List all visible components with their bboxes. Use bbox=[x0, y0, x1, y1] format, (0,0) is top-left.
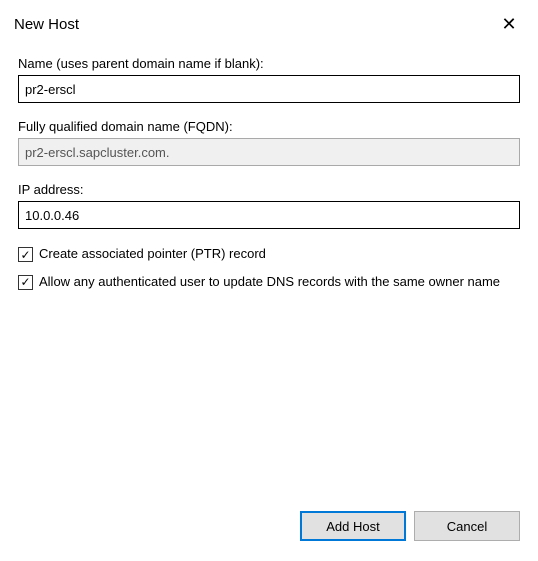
cancel-button[interactable]: Cancel bbox=[414, 511, 520, 541]
allow-checkbox[interactable]: ✓ bbox=[18, 275, 33, 290]
ip-label: IP address: bbox=[18, 182, 520, 197]
fqdn-input bbox=[18, 138, 520, 166]
ip-input[interactable] bbox=[18, 201, 520, 229]
ptr-checkbox-row[interactable]: ✓ Create associated pointer (PTR) record bbox=[18, 245, 520, 263]
ip-field-group: IP address: bbox=[18, 182, 520, 229]
allow-checkbox-row[interactable]: ✓ Allow any authenticated user to update… bbox=[18, 273, 520, 291]
allow-checkbox-label: Allow any authenticated user to update D… bbox=[39, 273, 500, 291]
name-field-group: Name (uses parent domain name if blank): bbox=[18, 56, 520, 103]
fqdn-label: Fully qualified domain name (FQDN): bbox=[18, 119, 520, 134]
close-icon[interactable]: ✕ bbox=[492, 10, 526, 38]
dialog-title: New Host bbox=[14, 16, 79, 33]
titlebar: New Host ✕ bbox=[0, 0, 538, 44]
ptr-checkbox-label: Create associated pointer (PTR) record bbox=[39, 245, 266, 263]
ptr-checkbox[interactable]: ✓ bbox=[18, 247, 33, 262]
name-input[interactable] bbox=[18, 75, 520, 103]
button-row: Add Host Cancel bbox=[300, 511, 520, 541]
name-label: Name (uses parent domain name if blank): bbox=[18, 56, 520, 71]
check-icon: ✓ bbox=[20, 276, 30, 288]
add-host-button[interactable]: Add Host bbox=[300, 511, 406, 541]
fqdn-field-group: Fully qualified domain name (FQDN): bbox=[18, 119, 520, 166]
check-icon: ✓ bbox=[20, 249, 30, 261]
dialog-content: Name (uses parent domain name if blank):… bbox=[0, 44, 538, 290]
